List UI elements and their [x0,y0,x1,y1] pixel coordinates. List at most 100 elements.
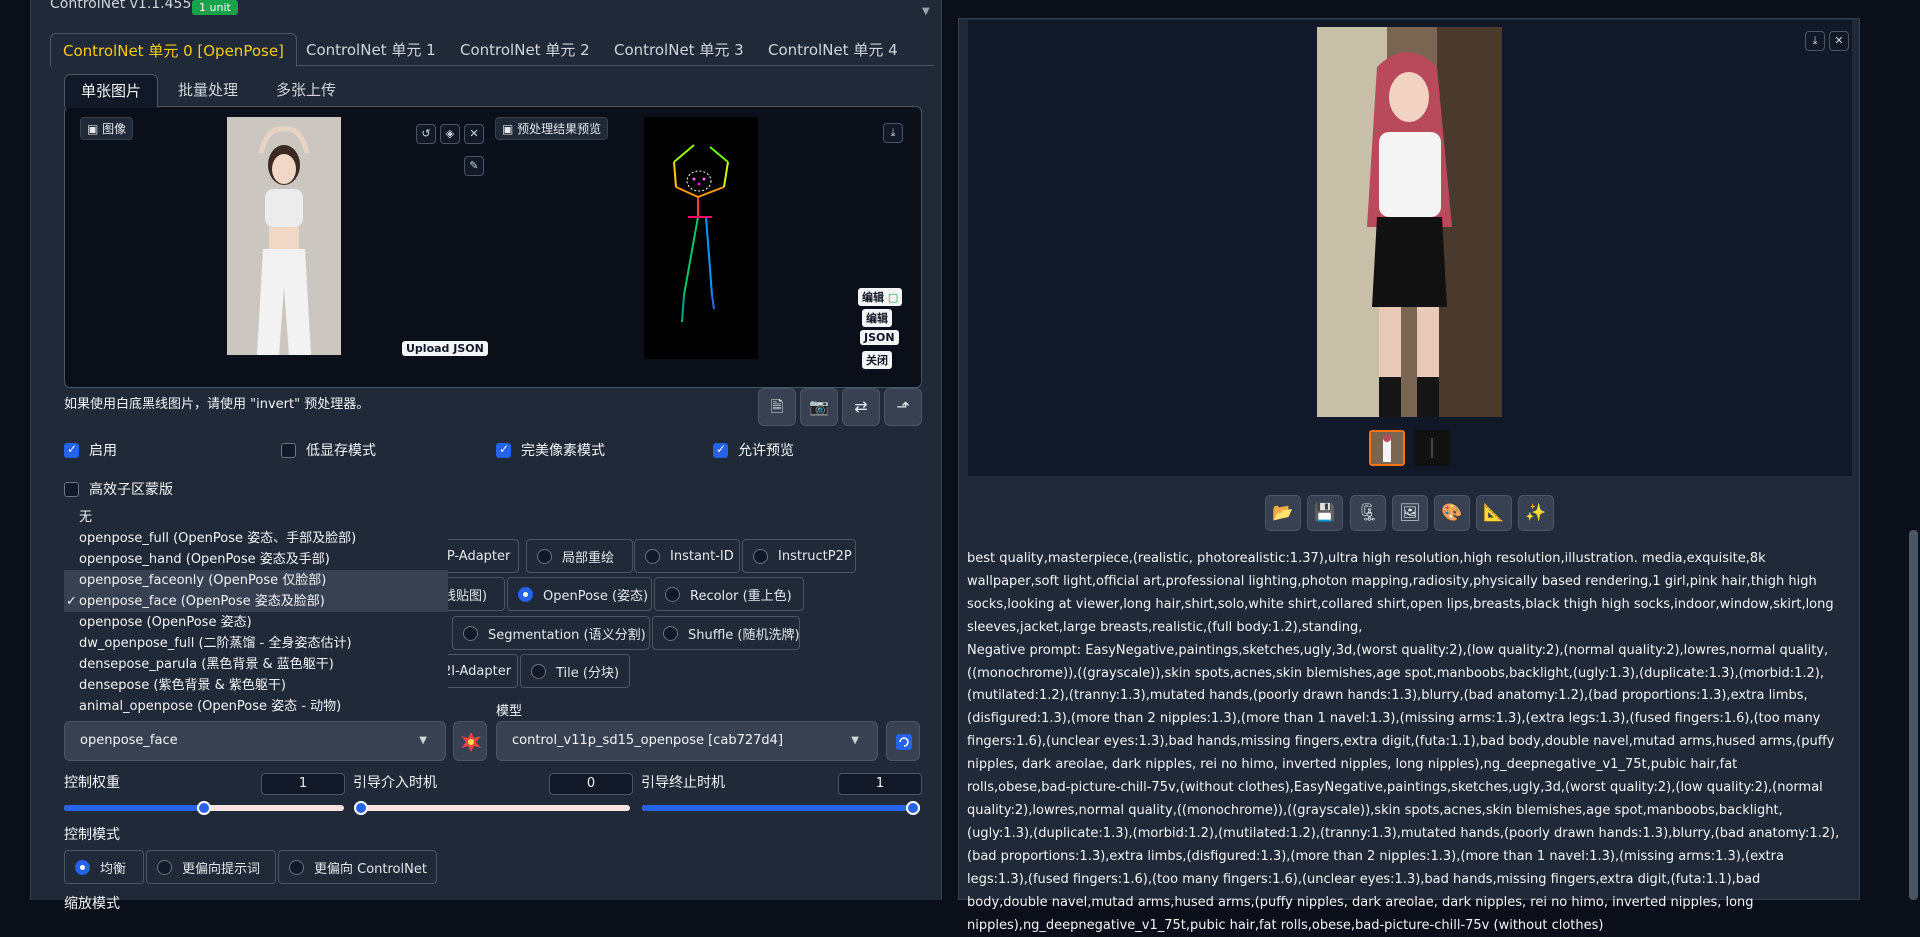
eraser-icon[interactable]: ◈ [440,124,460,144]
low-vram-checkbox[interactable]: 低显存模式 [281,440,376,460]
end-step-input[interactable]: 1 [838,773,922,795]
control-type-segmentation[interactable]: Segmentation (语义分割) [452,616,650,650]
allow-preview-checkbox[interactable]: 允许预览 [713,440,794,460]
checkbox-mark[interactable] [281,442,296,458]
control-type-shuffle[interactable]: Shuffle (随机洗牌) [652,616,800,650]
control-type-openpose[interactable]: OpenPose (姿态) [507,577,652,611]
run-preprocessor-button[interactable] [453,721,487,761]
tab-multi-upload[interactable]: 多张上传 [260,74,352,108]
control-type-recolor[interactable]: Recolor (重上色) [654,577,804,611]
save-icon[interactable]: 💾 [1307,495,1343,531]
swap-icon[interactable]: ⇄ [842,388,880,426]
folder-icon[interactable]: 📂 [1265,495,1301,531]
zip-icon[interactable]: 🗜 [1350,495,1386,531]
slider-fill [642,805,920,811]
end-step-slider[interactable] [642,801,920,815]
radio-dot[interactable] [537,548,552,564]
undo-icon[interactable]: ↺ [416,124,436,144]
tab-single-image[interactable]: 单张图片 [64,74,159,108]
gallery-thumb-2[interactable] [1414,430,1450,466]
close-icon[interactable]: ✕ [464,124,484,144]
checkbox-mark[interactable] [713,442,728,458]
tab-unit-1[interactable]: ControlNet 单元 1 [294,33,448,67]
effective-region-checkbox[interactable]: 高效子区蒙版 [64,479,173,499]
new-canvas-icon[interactable]: 🗎 [758,388,796,426]
input-image[interactable] [227,117,341,355]
control-type-instructp2p[interactable]: InstructP2P [742,539,856,573]
scrollbar-thumb[interactable] [1909,530,1918,900]
radio-dot[interactable] [75,859,90,875]
input-photo-art [227,117,341,355]
upload-json-button[interactable]: Upload JSON [402,341,488,356]
dropdown-option[interactable]: dw_openpose_full (二阶蒸馏 - 全身姿态估计) [64,633,448,654]
radio-dot[interactable] [665,586,680,602]
download-icon[interactable]: ⤓ [883,123,903,143]
tab-unit-4[interactable]: ControlNet 单元 4 [756,33,910,67]
control-weight-input[interactable]: 1 [261,773,345,795]
tab-unit-2[interactable]: ControlNet 单元 2 [448,33,602,67]
control-mode-balanced[interactable]: 均衡 [64,850,144,884]
tab-batch[interactable]: 批量处理 [162,74,254,108]
control-type-tile[interactable]: Tile (分块) [520,654,630,688]
radio-dot[interactable] [518,586,533,602]
checkbox-mark[interactable] [64,442,79,458]
image-icon: ▣ [502,122,518,136]
tab-unit-3[interactable]: ControlNet 单元 3 [602,33,756,67]
generated-image[interactable] [1317,27,1502,417]
palette-icon[interactable]: 🎨 [1434,495,1470,531]
control-mode-controlnet[interactable]: 更偏向 ControlNet [278,850,437,884]
collapse-icon[interactable]: ▼ [922,6,930,17]
edit-button-2[interactable]: 编辑 [862,309,892,327]
pixel-perfect-checkbox[interactable]: 完美像素模式 [496,440,605,460]
dropdown-option[interactable]: openpose_faceonly (OpenPose 仅脸部) [64,570,448,591]
control-type-inpaint[interactable]: 局部重绘 [526,539,633,573]
enable-checkbox[interactable]: 启用 [64,440,117,460]
ruler-icon[interactable]: 📐 [1476,495,1512,531]
radio-dot[interactable] [753,548,768,564]
dropdown-option[interactable]: densepose_parula (黑色背景 & 蓝色躯干) [64,654,448,675]
control-type-instant-id[interactable]: Instant-ID [634,539,740,573]
dropdown-option[interactable]: densepose (紫色背景 & 紫色躯干) [64,675,448,696]
dropdown-option-selected[interactable]: ✓ openpose_face (OpenPose 姿态及脸部) [64,591,448,612]
slider-thumb[interactable] [906,801,920,815]
preprocessor-select[interactable]: openpose_face ▼ [64,721,446,761]
start-step-input[interactable]: 0 [549,773,633,795]
negative-prompt: Negative prompt: EasyNegative,paintings,… [967,642,1840,933]
dropdown-option[interactable]: openpose_full (OpenPose 姿态、手部及脸部) [64,528,448,549]
refresh-models-button[interactable] [886,721,920,761]
radio-dot[interactable] [531,663,546,679]
start-step-slider[interactable] [354,801,630,815]
radio-dot[interactable] [463,625,478,641]
dropdown-option[interactable]: animal_openpose (OpenPose 姿态 - 动物) [64,696,448,717]
slider-thumb[interactable] [354,801,368,815]
image-icon[interactable]: 🖼 [1392,495,1428,531]
control-mode-prompt[interactable]: 更偏向提示词 [146,850,276,884]
generated-photo-art [1317,27,1502,417]
radio-dot[interactable] [289,859,304,875]
edit-button-1[interactable]: 编辑 ▢ [858,288,903,306]
close-button[interactable]: 关闭 [862,351,892,369]
close-icon[interactable]: ✕ [1829,31,1849,51]
thumb-photo-art [1371,432,1403,464]
radio-dot[interactable] [663,625,678,641]
dropdown-option[interactable]: openpose_hand (OpenPose 姿态及手部) [64,549,448,570]
dropdown-option[interactable]: 无 [64,507,448,528]
radio-dot[interactable] [157,859,172,875]
gallery-thumb-1[interactable] [1369,430,1405,466]
dropdown-option[interactable]: openpose (OpenPose 姿态) [64,612,448,633]
radio-dot[interactable] [645,548,660,564]
brush-icon[interactable]: ✎ [464,156,484,176]
download-icon[interactable]: ⤓ [1805,31,1825,51]
model-select[interactable]: control_v11p_sd15_openpose [cab727d4] ▼ [496,721,878,761]
camera-icon[interactable]: 📷 [800,388,838,426]
pose-preview-canvas[interactable] [644,117,758,359]
sparkle-icon[interactable]: ✨ [1518,495,1554,531]
send-dimensions-icon[interactable]: ⬏ [884,388,922,426]
refresh-icon [896,734,912,750]
checkbox-mark[interactable] [496,442,511,458]
checkbox-mark[interactable] [64,481,79,497]
tab-unit-0[interactable]: ControlNet 单元 0 [OpenPose] [50,33,297,67]
slider-thumb[interactable] [197,801,211,815]
control-weight-slider[interactable] [64,801,344,815]
json-button[interactable]: JSON [860,330,899,345]
